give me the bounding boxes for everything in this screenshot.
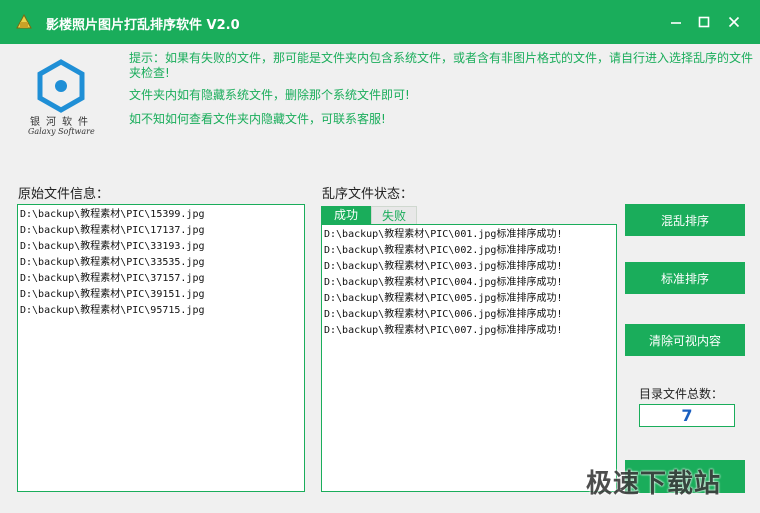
file-count-label: 目录文件总数： <box>639 387 724 401</box>
tip-failure-reason: 提示：如果有失败的文件，那可能是文件夹内包含系统文件，或者含有非图片格式的文件，… <box>129 51 754 80</box>
app-icon <box>16 13 32 29</box>
list-item[interactable]: D:\backup\教程素材\PIC\15399.jpg <box>20 207 304 223</box>
standard-sort-button[interactable]: 标准排序 <box>625 262 745 294</box>
shuffle-state-label: 乱序文件状态： <box>322 187 414 202</box>
original-files-label: 原始文件信息： <box>18 187 110 202</box>
list-item[interactable]: D:\backup\教程素材\PIC\95715.jpg <box>20 303 304 319</box>
maximize-button[interactable] <box>692 10 716 34</box>
tip-hidden-files: 文件夹内如有隐藏系统文件，删除那个系统文件即可! <box>129 88 410 102</box>
list-item[interactable]: D:\backup\教程素材\PIC\006.jpg标准排序成功! <box>324 307 616 323</box>
close-icon <box>728 16 740 28</box>
list-item[interactable]: D:\backup\教程素材\PIC\33193.jpg <box>20 239 304 255</box>
minimize-icon <box>671 22 681 24</box>
list-item[interactable]: D:\backup\教程素材\PIC\001.jpg标准排序成功! <box>324 227 616 243</box>
list-item[interactable]: D:\backup\教程素材\PIC\37157.jpg <box>20 271 304 287</box>
list-item[interactable]: D:\backup\教程素材\PIC\007.jpg标准排序成功! <box>324 323 616 339</box>
minimize-button[interactable] <box>664 10 688 34</box>
title-bar: 影楼照片图片打乱排序软件 V2.0 <box>0 0 760 44</box>
shuffle-results-list[interactable]: D:\backup\教程素材\PIC\001.jpg标准排序成功! D:\bac… <box>321 224 617 492</box>
list-item[interactable]: D:\backup\教程素材\PIC\004.jpg标准排序成功! <box>324 275 616 291</box>
list-item[interactable]: D:\backup\教程素材\PIC\005.jpg标准排序成功! <box>324 291 616 307</box>
original-files-list[interactable]: D:\backup\教程素材\PIC\15399.jpg D:\backup\教… <box>17 204 305 492</box>
window-title: 影楼照片图片打乱排序软件 V2.0 <box>46 18 240 33</box>
tab-success[interactable]: 成功 <box>321 206 371 225</box>
watermark-text: 极速下载站 <box>586 469 722 499</box>
logo-name-en: Galaxy Software <box>28 127 95 136</box>
file-count-value: 7 <box>639 404 735 427</box>
clear-view-button[interactable]: 清除可视内容 <box>625 324 745 356</box>
shuffle-sort-button[interactable]: 混乱排序 <box>625 204 745 236</box>
tab-fail[interactable]: 失败 <box>371 206 417 225</box>
list-item[interactable]: D:\backup\教程素材\PIC\33535.jpg <box>20 255 304 271</box>
maximize-icon <box>698 16 710 28</box>
list-item[interactable]: D:\backup\教程素材\PIC\002.jpg标准排序成功! <box>324 243 616 259</box>
logo-name-cn: 银河软件 <box>30 117 94 128</box>
tip-contact-support: 如不知如何查看文件夹内隐藏文件，可联系客服! <box>129 112 386 126</box>
list-item[interactable]: D:\backup\教程素材\PIC\17137.jpg <box>20 223 304 239</box>
close-button[interactable] <box>722 10 746 34</box>
list-item[interactable]: D:\backup\教程素材\PIC\39151.jpg <box>20 287 304 303</box>
list-item[interactable]: D:\backup\教程素材\PIC\003.jpg标准排序成功! <box>324 259 616 275</box>
